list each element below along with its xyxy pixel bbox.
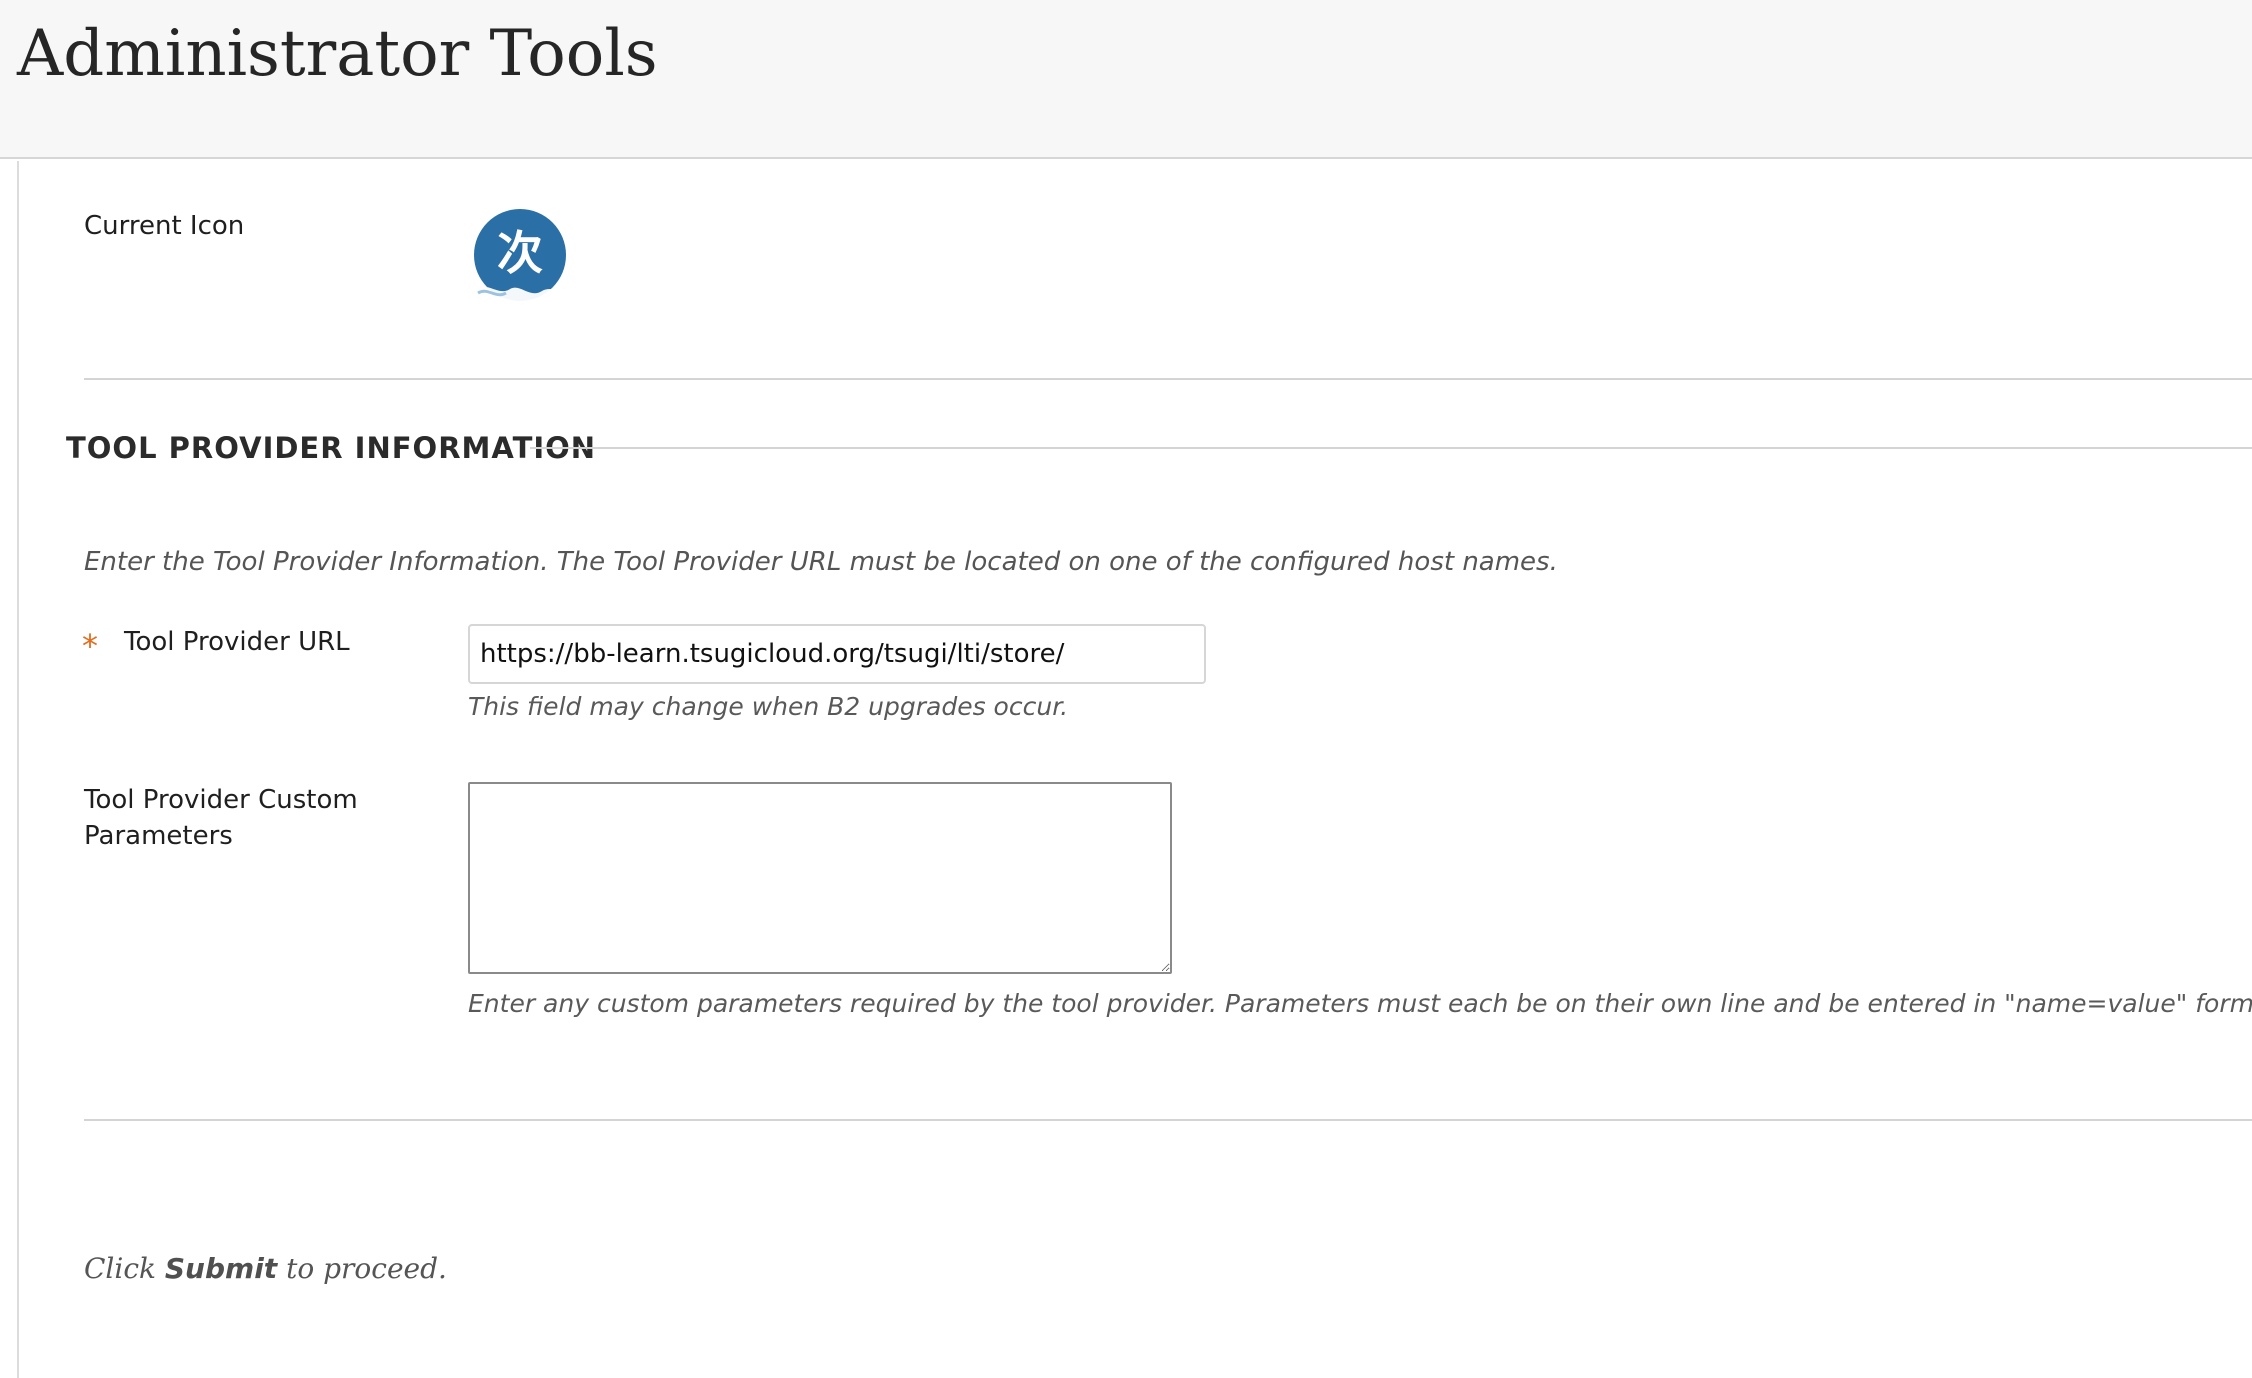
divider-bottom <box>84 1119 2252 1121</box>
tool-provider-url-input[interactable] <box>468 624 1206 684</box>
current-icon-label: Current Icon <box>84 211 245 241</box>
url-hint: This field may change when B2 upgrades o… <box>468 692 1069 721</box>
tool-provider-icon: 次 <box>472 209 568 309</box>
submit-word: Submit <box>164 1252 278 1285</box>
section-title-rule <box>530 447 2252 449</box>
custom-params-textarea[interactable] <box>468 782 1172 974</box>
required-indicator: * <box>82 627 98 665</box>
submit-instruction: Click Submit to proceed. <box>84 1250 447 1288</box>
page-title: Administrator Tools <box>17 17 658 91</box>
submit-prefix: Click <box>84 1252 156 1285</box>
section-title: TOOL PROVIDER INFORMATION <box>66 431 597 465</box>
tool-provider-url-label: Tool Provider URL <box>124 627 350 657</box>
page-header: Administrator Tools <box>0 0 2252 159</box>
divider-top <box>84 378 2252 380</box>
tool-provider-icon-svg: 次 <box>474 209 566 309</box>
section-instructions: Enter the Tool Provider Information. The… <box>84 547 1558 577</box>
custom-params-hint: Enter any custom parameters required by … <box>468 989 2252 1018</box>
submit-suffix: to proceed. <box>286 1252 447 1285</box>
custom-params-label-line1: Tool Provider Custom <box>84 785 358 815</box>
content-area <box>17 161 2252 1378</box>
icon-glyph: 次 <box>497 226 543 280</box>
custom-params-label-line2: Parameters <box>84 821 233 851</box>
